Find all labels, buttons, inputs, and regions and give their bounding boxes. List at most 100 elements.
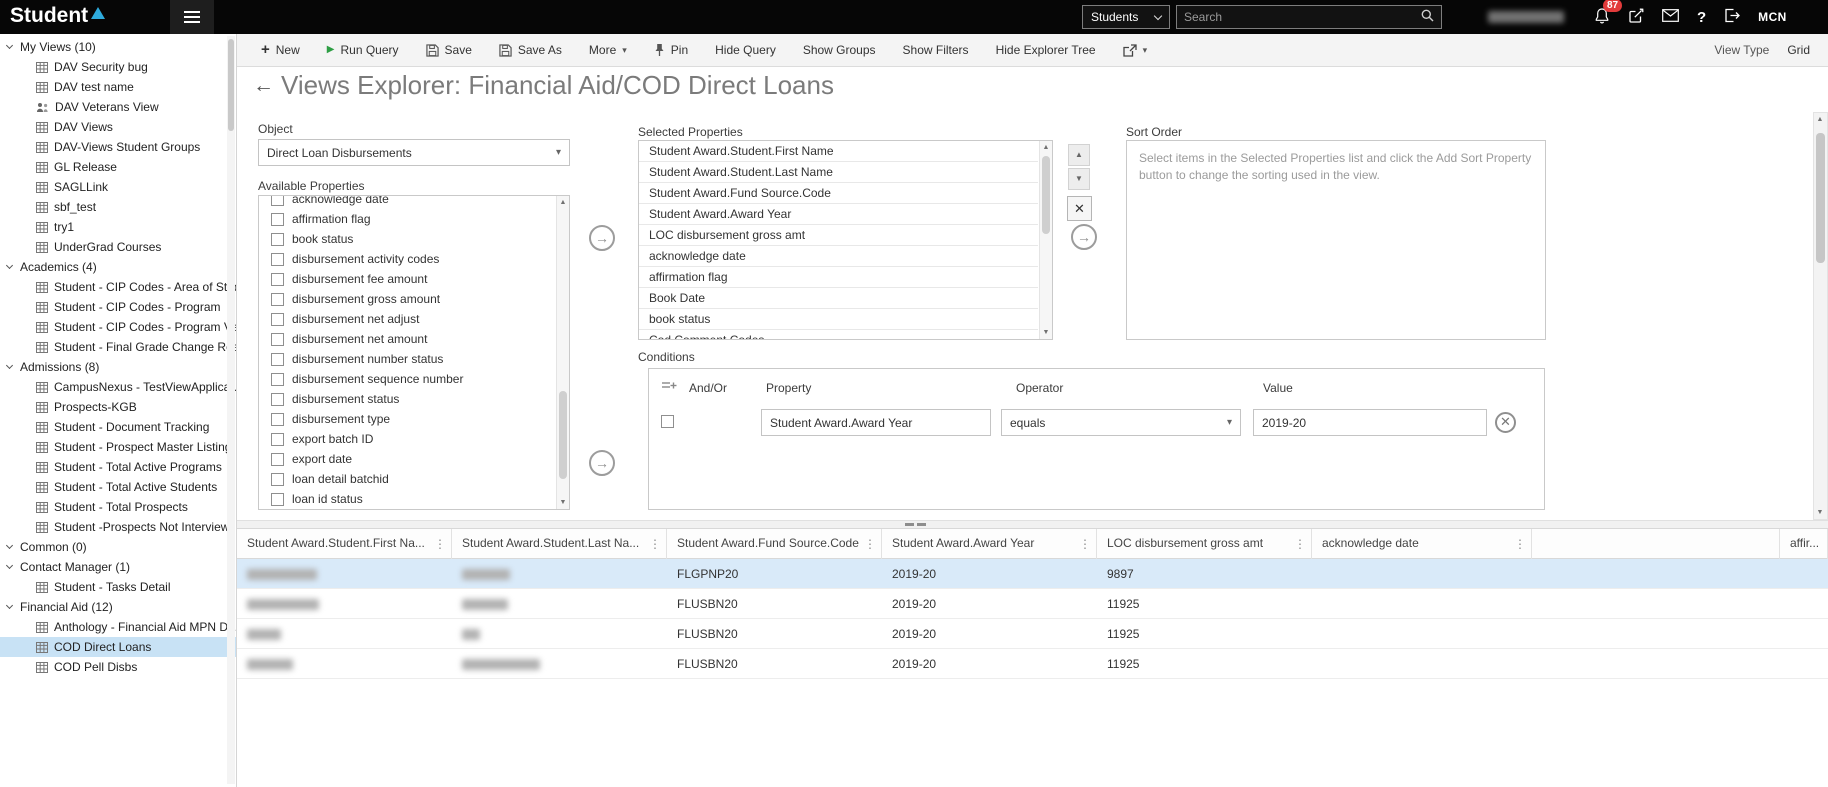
column-header[interactable]: Student Award.Student.First Na... ⋮ [237, 529, 452, 559]
column-header[interactable]: affir... [1780, 529, 1828, 559]
checkbox[interactable] [271, 196, 284, 206]
available-property-item[interactable]: book status [259, 229, 555, 249]
condition-checkbox[interactable] [661, 415, 674, 428]
selected-property-item[interactable]: acknowledge date [639, 246, 1038, 267]
bell-icon[interactable]: 87 [1594, 0, 1623, 28]
tree-item[interactable]: Student - CIP Codes - Program [0, 297, 236, 317]
signout-icon[interactable] [1724, 8, 1741, 26]
move-down-button[interactable]: ▼ [1068, 168, 1090, 190]
condition-value-input[interactable] [1253, 409, 1487, 436]
checkbox[interactable] [271, 232, 284, 246]
splitter-handle[interactable] [237, 520, 1828, 529]
selected-list-scrollbar[interactable]: ▲ ▼ [1039, 141, 1052, 339]
tree-section-header[interactable]: Admissions (8) [0, 357, 236, 377]
checkbox[interactable] [271, 452, 284, 466]
selected-property-item[interactable]: affirmation flag [639, 267, 1038, 288]
tree-item[interactable]: SAGLLink [0, 177, 236, 197]
tree-item[interactable]: Prospects-KGB [0, 397, 236, 417]
toolbar-save-button[interactable]: Save [425, 43, 472, 57]
grid-row[interactable]: FLUSBN20 2019-20 11925 [237, 589, 1828, 619]
available-property-item[interactable]: loan id status [259, 489, 555, 509]
condition-property-input[interactable] [761, 409, 991, 436]
grid-row[interactable]: FLUSBN20 2019-20 11925 [237, 619, 1828, 649]
column-header[interactable]: Student Award.Fund Source.Code ⋮ [667, 529, 882, 559]
available-property-item[interactable]: affirmation flag [259, 209, 555, 229]
add-condition-icon[interactable] [661, 379, 677, 396]
page-scrollbar[interactable]: ▲ ▼ [1813, 112, 1828, 520]
column-menu-icon[interactable]: ⋮ [1514, 529, 1526, 559]
scroll-down-icon[interactable]: ▼ [1040, 326, 1052, 339]
column-menu-icon[interactable]: ⋮ [1294, 529, 1306, 559]
checkbox[interactable] [271, 432, 284, 446]
checkbox[interactable] [271, 292, 284, 306]
scroll-up-icon[interactable]: ▲ [1040, 141, 1052, 154]
available-property-item[interactable]: disbursement activity codes [259, 249, 555, 269]
toolbar-pin-button[interactable]: Pin [654, 43, 688, 57]
tree-item[interactable]: Student -Prospects Not Interview... [0, 517, 236, 537]
tree-section-header[interactable]: Contact Manager (1) [0, 557, 236, 577]
tree-item[interactable]: DAV Views [0, 117, 236, 137]
compose-icon[interactable] [1628, 8, 1644, 27]
available-property-item[interactable]: disbursement net adjust [259, 309, 555, 329]
tree-section-header[interactable]: Academics (4) [0, 257, 236, 277]
sidebar-scrollbar[interactable] [227, 36, 235, 784]
column-header[interactable]: LOC disbursement gross amt ⋮ [1097, 529, 1312, 559]
search-icon[interactable] [1421, 9, 1434, 25]
user-initials[interactable]: MCN [1758, 10, 1787, 24]
scope-dropdown[interactable]: Students [1082, 5, 1170, 29]
checkbox[interactable] [271, 212, 284, 226]
checkbox[interactable] [271, 392, 284, 406]
scroll-up-icon[interactable]: ▲ [1814, 113, 1826, 126]
available-property-item[interactable]: disbursement status [259, 389, 555, 409]
toolbar-run-query-button[interactable]: ▶ Run Query [327, 43, 399, 57]
move-right-button[interactable]: → [589, 225, 615, 251]
checkbox[interactable] [271, 272, 284, 286]
tree-item[interactable]: DAV test name [0, 77, 236, 97]
remove-property-button[interactable]: ✕ [1067, 196, 1092, 221]
checkbox[interactable] [271, 412, 284, 426]
tree-item[interactable]: Student - Total Active Programs [0, 457, 236, 477]
add-sort-property-button[interactable]: → [1071, 224, 1097, 250]
tree-section-header[interactable]: Common (0) [0, 537, 236, 557]
back-arrow-icon[interactable]: ← [253, 74, 274, 98]
tree-item[interactable]: DAV-Views Student Groups [0, 137, 236, 157]
tree-section-header[interactable]: My Views (10) [0, 37, 236, 57]
tree-item[interactable]: DAV Veterans View [0, 97, 236, 117]
checkbox[interactable] [271, 472, 284, 486]
toolbar-save-as-button[interactable]: Save As [499, 43, 562, 57]
available-property-item[interactable]: disbursement fee amount [259, 269, 555, 289]
search-input[interactable] [1184, 10, 1421, 24]
tree-item[interactable]: Student - Total Prospects [0, 497, 236, 517]
selected-property-item[interactable]: Student Award.Student.Last Name [639, 162, 1038, 183]
available-property-item[interactable]: disbursement sequence number [259, 369, 555, 389]
column-menu-icon[interactable]: ⋮ [1079, 529, 1091, 559]
toolbar-new-button[interactable]: + New [261, 42, 300, 57]
move-right-button[interactable]: → [589, 450, 615, 476]
available-property-item[interactable]: export date [259, 449, 555, 469]
checkbox[interactable] [271, 252, 284, 266]
scroll-down-icon[interactable]: ▼ [557, 496, 569, 509]
toolbar-show-filters-button[interactable]: Show Filters [903, 43, 969, 57]
selected-property-item[interactable]: Cod Comment Codes [639, 330, 1038, 339]
remove-condition-button[interactable]: ✕ [1495, 412, 1516, 433]
hamburger-icon[interactable] [170, 0, 214, 34]
tree-item[interactable]: UnderGrad Courses [0, 237, 236, 257]
available-property-item[interactable]: disbursement net amount [259, 329, 555, 349]
tree-item[interactable]: CampusNexus - TestViewApplicat... [0, 377, 236, 397]
tree-item[interactable]: Student - Total Active Students [0, 477, 236, 497]
selected-property-item[interactable]: Book Date [639, 288, 1038, 309]
column-menu-icon[interactable]: ⋮ [649, 529, 661, 559]
help-icon[interactable]: ? [1697, 9, 1706, 26]
toolbar-show-groups-button[interactable]: Show Groups [803, 43, 876, 57]
mail-icon[interactable] [1662, 9, 1679, 25]
tree-item[interactable]: GL Release [0, 157, 236, 177]
grid-row[interactable]: FLUSBN20 2019-20 11925 [237, 649, 1828, 679]
toolbar-open-external-button[interactable]: ▾ [1122, 43, 1147, 57]
toolbar-hide-query-button[interactable]: Hide Query [715, 43, 776, 57]
column-header[interactable]: acknowledge date ⋮ [1312, 529, 1532, 559]
tree-item[interactable]: DAV Security bug [0, 57, 236, 77]
tree-section-header[interactable]: Financial Aid (12) [0, 597, 236, 617]
tree-item[interactable]: COD Pell Disbs [0, 657, 236, 677]
checkbox[interactable] [271, 492, 284, 506]
available-property-item[interactable]: disbursement type [259, 409, 555, 429]
